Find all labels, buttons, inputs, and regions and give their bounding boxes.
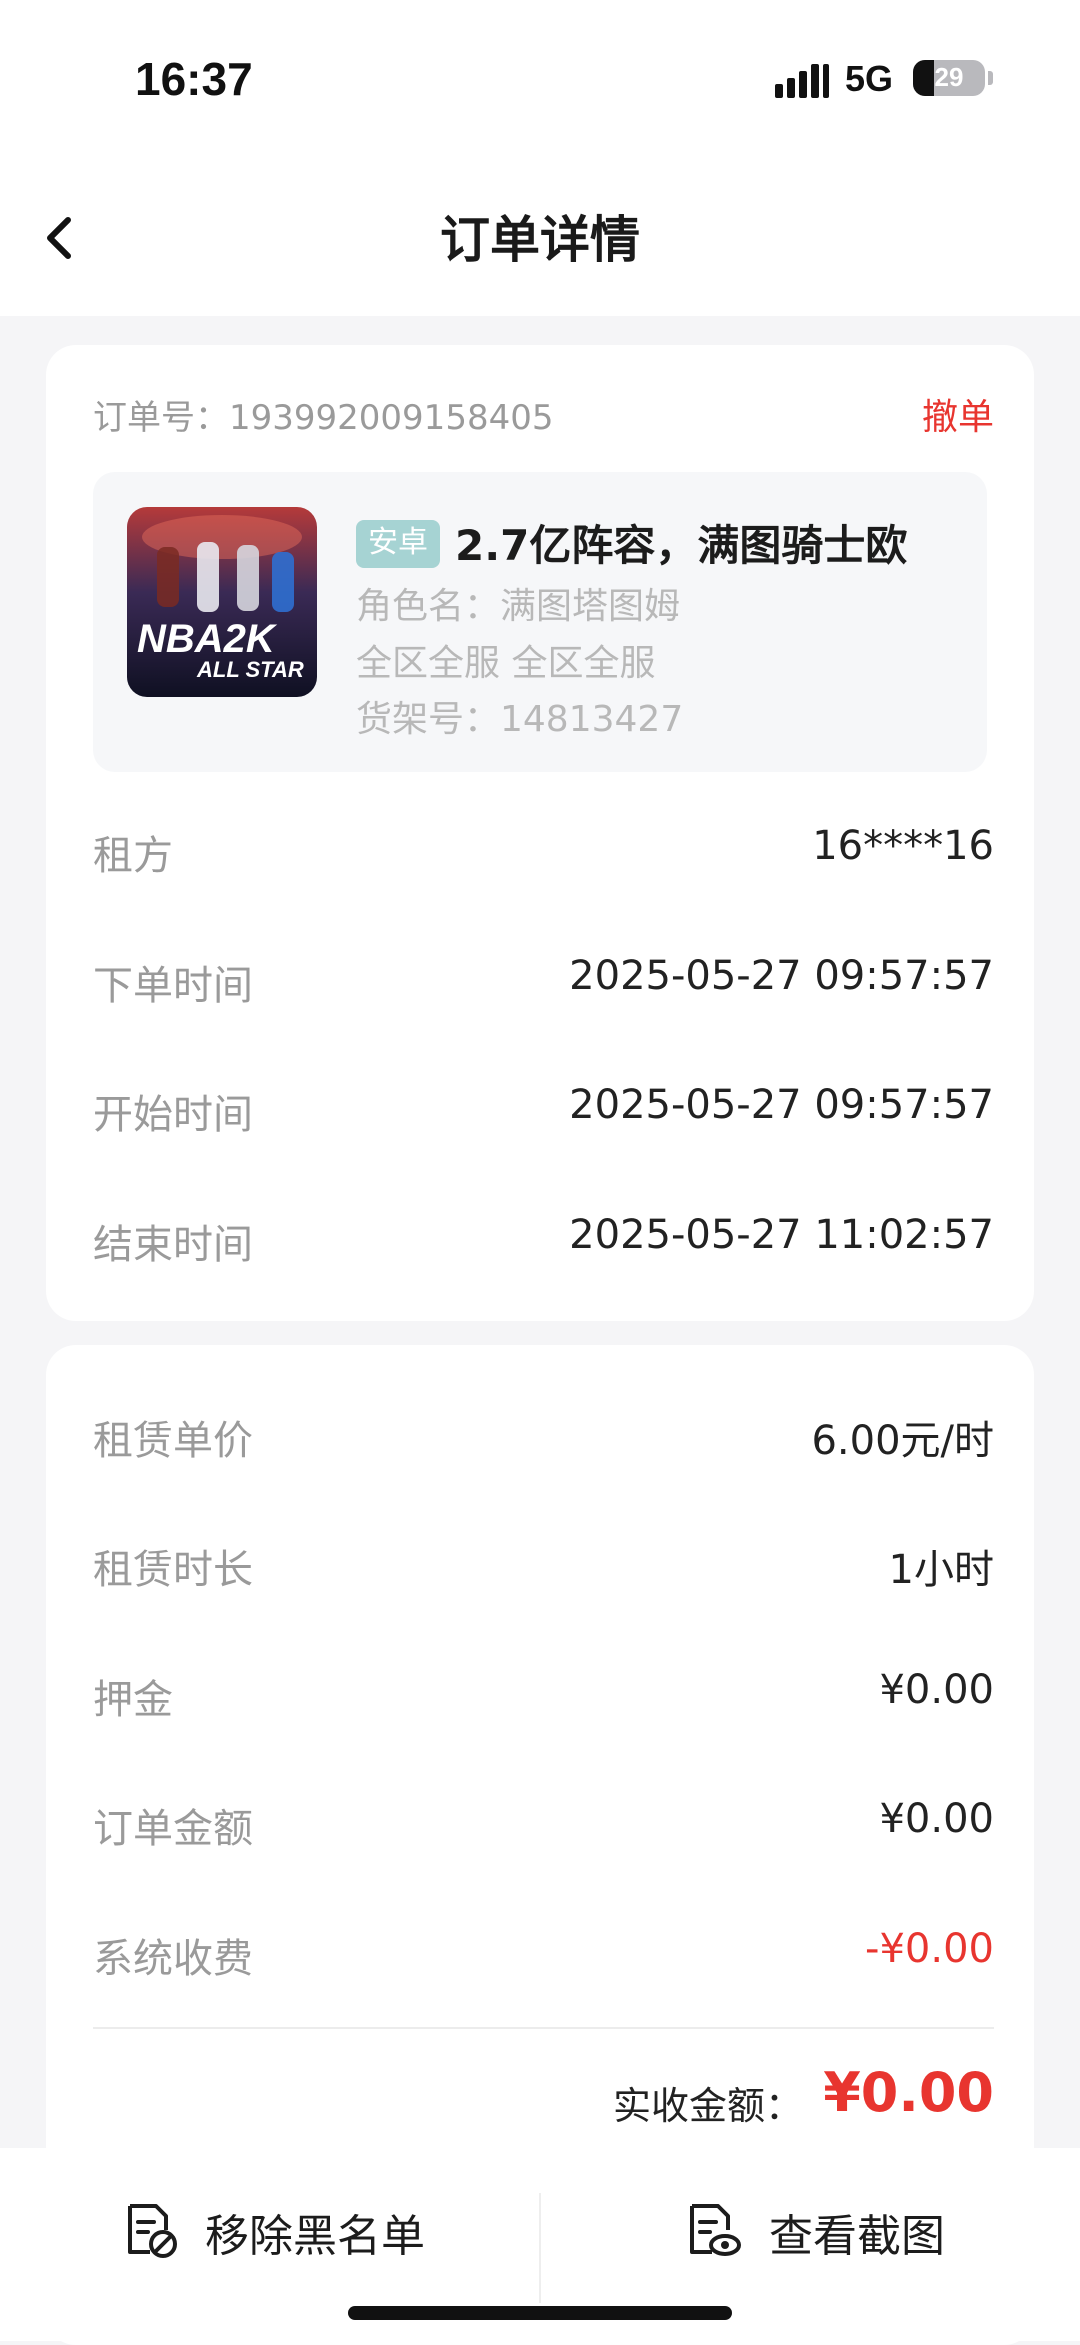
product-summary[interactable]: NBA2K ALL STAR 安卓 2.7亿阵容，满图骑士欧 角色名：满图塔图姆… <box>93 472 987 772</box>
fee-row-duration: 租赁时长 1小时 <box>93 1537 994 1597</box>
cancel-order-button[interactable]: 撤单 <box>922 388 994 440</box>
signal-icon <box>775 60 829 98</box>
fee-row-order-amount: 订单金额 ¥0.00 <box>93 1796 994 1856</box>
thumbnail-logo-text: NBA2K <box>137 617 278 661</box>
view-screenshot-button[interactable]: 查看截图 <box>541 2148 1080 2298</box>
detail-label: 结束时间 <box>93 1222 253 1268</box>
detail-value: 16****16 <box>812 823 994 869</box>
document-remove-icon <box>128 2204 177 2258</box>
detail-value: 2025-05-27 09:57:57 <box>569 1082 994 1128</box>
game-thumbnail: NBA2K ALL STAR <box>127 507 317 697</box>
fee-row-deposit: 押金 ¥0.00 <box>93 1667 994 1727</box>
remove-blacklist-label: 移除黑名单 <box>205 2211 425 2262</box>
order-number: 订单号：193992009158405 <box>93 390 553 439</box>
detail-label: 下单时间 <box>93 963 253 1009</box>
detail-label: 租方 <box>93 833 173 879</box>
thumbnail-logo-subtext: ALL STAR <box>196 657 304 682</box>
fee-label: 押金 <box>93 1677 173 1723</box>
detail-row-renter: 租方 16****16 <box>93 823 994 883</box>
detail-row-end-time: 结束时间 2025-05-27 11:02:57 <box>93 1212 994 1272</box>
status-bar: 16:37 5G 29 <box>0 0 1080 160</box>
fee-label: 租赁单价 <box>93 1418 253 1464</box>
fee-label: 订单金额 <box>93 1806 253 1852</box>
battery-icon: 29 <box>913 60 985 96</box>
detail-label: 开始时间 <box>93 1092 253 1138</box>
view-screenshot-label: 查看截图 <box>769 2211 945 2262</box>
product-title: 2.7亿阵容，满图骑士欧 <box>455 521 908 570</box>
detail-row-start-time: 开始时间 2025-05-27 09:57:57 <box>93 1082 994 1142</box>
total-value: ¥0.00 <box>823 2061 994 2124</box>
fee-row-unit-price: 租赁单价 6.00元/时 <box>93 1408 994 1468</box>
divider <box>93 2027 994 2029</box>
detail-value: 2025-05-27 09:57:57 <box>569 953 994 999</box>
fee-value: -¥0.00 <box>865 1926 994 1972</box>
fee-label: 租赁时长 <box>93 1547 253 1593</box>
detail-value: 2025-05-27 11:02:57 <box>569 1212 994 1258</box>
shelf-number: 货架号：14813427 <box>356 699 684 740</box>
fee-value: 6.00元/时 <box>811 1418 994 1464</box>
server-info: 全区全服 全区全服 <box>356 643 656 684</box>
fee-value: ¥0.00 <box>879 1796 994 1842</box>
nav-bar: 订单详情 <box>0 160 1080 316</box>
fee-label: 系统收费 <box>93 1936 253 1982</box>
fee-value: 1小时 <box>888 1547 994 1593</box>
network-type: 5G <box>845 58 894 99</box>
document-view-icon <box>690 2204 741 2256</box>
order-number-label: 订单号： <box>93 398 229 438</box>
home-indicator <box>348 2306 732 2320</box>
platform-badge: 安卓 <box>356 520 440 568</box>
page-title: 订单详情 <box>440 211 640 269</box>
order-number-value: 193992009158405 <box>229 398 554 438</box>
role-name: 角色名：满图塔图姆 <box>356 586 681 627</box>
fee-value: ¥0.00 <box>879 1667 994 1713</box>
remove-blacklist-button[interactable]: 移除黑名单 <box>0 2148 539 2298</box>
total-label: 实收金额： <box>613 2084 804 2128</box>
order-info-card: 订单号：193992009158405 撤单 NBA2K ALL STAR 安卓… <box>46 345 1034 1321</box>
battery-level: 29 <box>934 62 964 92</box>
battery-tip <box>988 71 993 85</box>
status-time: 16:37 <box>135 53 253 105</box>
fee-row-system-fee: 系统收费 -¥0.00 <box>93 1926 994 1986</box>
detail-row-order-time: 下单时间 2025-05-27 09:57:57 <box>93 953 994 1013</box>
